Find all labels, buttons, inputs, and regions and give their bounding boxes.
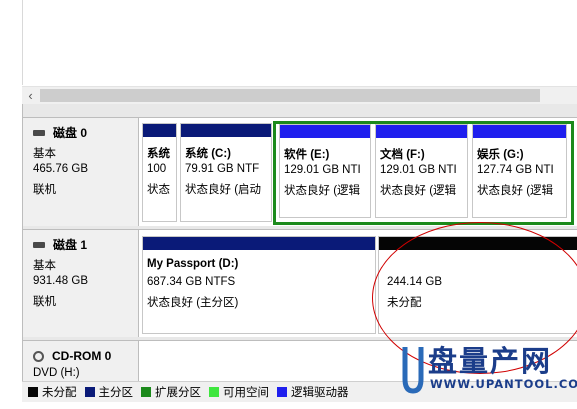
- disk-title: 磁盘 1: [33, 236, 87, 253]
- pane-divider: [22, 0, 23, 85]
- partition-name: 系统 (C:): [185, 148, 231, 160]
- disk-title: CD-ROM 0: [33, 349, 111, 363]
- partition-name: 娱乐 (G:): [477, 149, 524, 161]
- watermark-brand: 盘量产网: [428, 344, 553, 378]
- disk-icon: [33, 129, 45, 136]
- partition-name: My Passport (D:): [147, 258, 239, 270]
- partition-name: 软件 (E:): [284, 149, 330, 161]
- partition-status: 状态良好 (逻辑: [477, 185, 554, 197]
- legend-swatch: [209, 387, 219, 397]
- disk-info-1[interactable]: 磁盘 1 基本 931.48 GB 联机: [23, 230, 139, 337]
- disk-type: DVD (H:): [33, 367, 80, 379]
- legend-item-free-space: 可用空间: [209, 384, 269, 400]
- partition-bar: [181, 124, 271, 137]
- legend-swatch: [277, 387, 287, 397]
- partition-status: 状态良好 (逻辑: [284, 185, 361, 197]
- disk-row-0: 磁盘 0 基本 465.76 GB 联机 系统 100 状态 系统 (C:) 7…: [23, 117, 577, 226]
- watermark-u-logo: [402, 347, 424, 394]
- partition-status: 状态良好 (主分区): [147, 297, 239, 309]
- legend-item-logical: 逻辑驱动器: [277, 384, 349, 400]
- partition-e[interactable]: 软件 (E:) 129.01 GB NTI 状态良好 (逻辑: [279, 124, 371, 218]
- disk-name: CD-ROM 0: [52, 349, 112, 363]
- partition-g[interactable]: 娱乐 (G:) 127.74 GB NTI 状态良好 (逻辑: [472, 124, 567, 218]
- disk-type: 基本: [33, 148, 56, 160]
- partition-size: 100: [147, 163, 167, 175]
- partition-bar: [376, 125, 467, 138]
- legend-swatch: [141, 387, 151, 397]
- disk-info-0[interactable]: 磁盘 0 基本 465.76 GB 联机: [23, 118, 139, 226]
- partition-system-reserved[interactable]: 系统 100 状态: [142, 123, 177, 222]
- legend-item-primary: 主分区: [84, 384, 134, 400]
- legend-label: 主分区: [98, 387, 134, 399]
- horizontal-scrollbar[interactable]: ‹: [22, 86, 577, 104]
- partition-bar: [143, 124, 176, 137]
- disk-size: 931.48 GB: [33, 275, 88, 287]
- scrollbar-thumb[interactable]: [40, 89, 540, 102]
- partition-bar: [473, 125, 566, 138]
- legend-item-unallocated: 未分配: [28, 384, 77, 400]
- legend-label: 可用空间: [223, 387, 269, 399]
- partition-name: 文档 (F:): [380, 149, 425, 161]
- scroll-left-icon[interactable]: ‹: [22, 87, 39, 104]
- partition-size: 127.74 GB NTI: [477, 164, 554, 176]
- disk-info-cdrom[interactable]: CD-ROM 0 DVD (H:): [23, 341, 139, 382]
- legend-item-extended: 扩展分区: [141, 384, 201, 400]
- partition-d[interactable]: My Passport (D:) 687.34 GB NTFS 状态良好 (主分…: [142, 236, 376, 334]
- partition-c[interactable]: 系统 (C:) 79.91 GB NTF 状态良好 (启动: [180, 123, 272, 222]
- disk-size: 465.76 GB: [33, 163, 88, 175]
- disk-type: 基本: [33, 260, 56, 272]
- legend-label: 未分配: [42, 387, 77, 399]
- partition-bar: [143, 237, 375, 250]
- legend-swatch: [28, 387, 38, 397]
- partition-bar: [280, 125, 370, 138]
- legend-label: 逻辑驱动器: [291, 387, 349, 399]
- disk-status: 联机: [33, 296, 56, 308]
- partition-size: 687.34 GB NTFS: [147, 276, 236, 288]
- partition-status: 状态: [147, 184, 170, 196]
- partition-size: 79.91 GB NTF: [185, 163, 260, 175]
- watermark-url: WWW.UPANTOOL.COM: [430, 377, 577, 391]
- disk-icon: [33, 241, 45, 248]
- disk-status: 联机: [33, 184, 56, 196]
- legend-swatch: [84, 387, 95, 397]
- disk-name: 磁盘 0: [53, 126, 88, 140]
- partition-size: 129.01 GB NTI: [380, 164, 457, 176]
- partition-name: 系统: [147, 148, 170, 160]
- partition-status: 状态良好 (逻辑: [380, 185, 457, 197]
- partition-status: 状态良好 (启动: [185, 184, 262, 196]
- partition-size: 129.01 GB NTI: [284, 164, 361, 176]
- partition-f[interactable]: 文档 (F:) 129.01 GB NTI 状态良好 (逻辑: [375, 124, 468, 218]
- disk-title: 磁盘 0: [33, 124, 87, 141]
- cdrom-icon: [33, 350, 44, 362]
- volume-list-pane: [0, 0, 577, 85]
- legend-label: 扩展分区: [155, 387, 201, 399]
- disk-name: 磁盘 1: [53, 238, 88, 252]
